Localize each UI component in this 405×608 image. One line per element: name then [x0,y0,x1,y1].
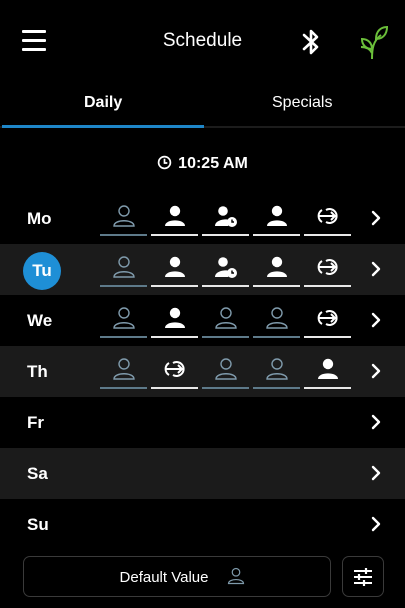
slot-underline [304,285,351,287]
person-icon [165,256,185,277]
slot-underline [100,336,147,338]
arrow-in-icon [317,310,338,326]
day-row-th[interactable]: Th [0,346,405,397]
time-slot[interactable] [304,355,351,389]
slot-underline [151,285,198,287]
day-label: Su [27,515,49,534]
time-slot[interactable] [100,355,147,389]
slot-underline [202,285,249,287]
slot-underline [304,387,351,389]
chevron-right-icon[interactable] [369,514,383,534]
day-label: We [27,311,53,330]
person-clock-icon [215,257,237,278]
day-row-we[interactable]: We [0,295,405,346]
person-icon [165,307,185,328]
person-outline-icon [113,205,135,227]
arrow-in-icon [317,208,338,224]
person-icon [267,256,287,277]
time-slot[interactable] [253,355,300,389]
day-row-mo[interactable]: Mo [0,193,405,244]
day-label: Fr [27,413,44,432]
time-slot[interactable] [202,202,249,236]
today-badge: Tu [23,252,61,290]
time-text: 10:25 AM [178,155,248,172]
slot-underline [304,234,351,236]
default-value-button[interactable]: Default Value [23,556,331,597]
time-slot[interactable] [304,253,351,287]
arrow-in-icon [317,259,338,275]
slot-underline [151,336,198,338]
bluetooth-icon[interactable] [301,26,321,58]
tab-bar: Daily Specials [0,86,405,130]
time-slot[interactable] [151,304,198,338]
plant-icon[interactable] [359,23,389,61]
day-row-su[interactable]: Su [0,499,405,550]
time-slot[interactable] [100,253,147,287]
slot-underline [100,285,147,287]
time-slot[interactable] [253,253,300,287]
time-slot[interactable] [202,304,249,338]
day-row-fr[interactable]: Fr [0,397,405,448]
person-outline-icon [266,307,288,329]
default-value-label: Default Value [119,569,209,586]
chevron-right-icon[interactable] [369,310,383,330]
day-label: Mo [27,209,52,228]
time-slot[interactable] [304,202,351,236]
person-outline-icon [266,358,288,380]
time-slot[interactable] [151,253,198,287]
time-slot[interactable] [202,253,249,287]
person-icon [165,205,185,226]
time-slot[interactable] [253,304,300,338]
slot-underline [151,387,198,389]
person-outline-icon [113,358,135,380]
chevron-right-icon[interactable] [369,259,383,279]
top-bar: Schedule [0,0,405,86]
time-slot[interactable] [151,355,198,389]
tab-active-indicator [2,125,204,128]
slot-underline [202,387,249,389]
day-label: Th [27,362,48,381]
time-slot[interactable] [253,202,300,236]
time-slot[interactable] [304,304,351,338]
time-slot[interactable] [100,304,147,338]
arrow-in-icon [164,361,185,377]
person-outline-icon [215,307,237,329]
day-label: Sa [27,464,48,483]
person-outline-icon [113,256,135,278]
chevron-right-icon[interactable] [369,412,383,432]
clock-icon [157,155,172,170]
time-slot[interactable] [100,202,147,236]
slot-underline [304,336,351,338]
person-clock-icon [215,206,237,227]
time-slot[interactable] [202,355,249,389]
person-icon [318,358,338,379]
slot-underline [253,336,300,338]
slot-underline [253,387,300,389]
person-icon [267,205,287,226]
page-title: Schedule [162,30,243,51]
slot-underline [202,234,249,236]
chevron-right-icon[interactable] [369,361,383,381]
person-outline-icon [215,358,237,380]
settings-button[interactable] [342,556,384,597]
chevron-right-icon[interactable] [369,208,383,228]
time-slot[interactable] [151,202,198,236]
sliders-icon [354,568,372,586]
current-time: 10:25 AM [0,155,405,173]
tab-specials[interactable]: Specials [272,94,332,112]
slot-underline [100,387,147,389]
person-outline-icon [113,307,135,329]
day-row-sa[interactable]: Sa [0,448,405,499]
person-outline-icon [227,567,245,585]
slot-underline [151,234,198,236]
slot-underline [253,234,300,236]
day-row-tu[interactable]: Tu [0,244,405,295]
slot-underline [100,234,147,236]
slot-underline [253,285,300,287]
tab-daily[interactable]: Daily [84,94,122,112]
slot-underline [202,336,249,338]
chevron-right-icon[interactable] [369,463,383,483]
